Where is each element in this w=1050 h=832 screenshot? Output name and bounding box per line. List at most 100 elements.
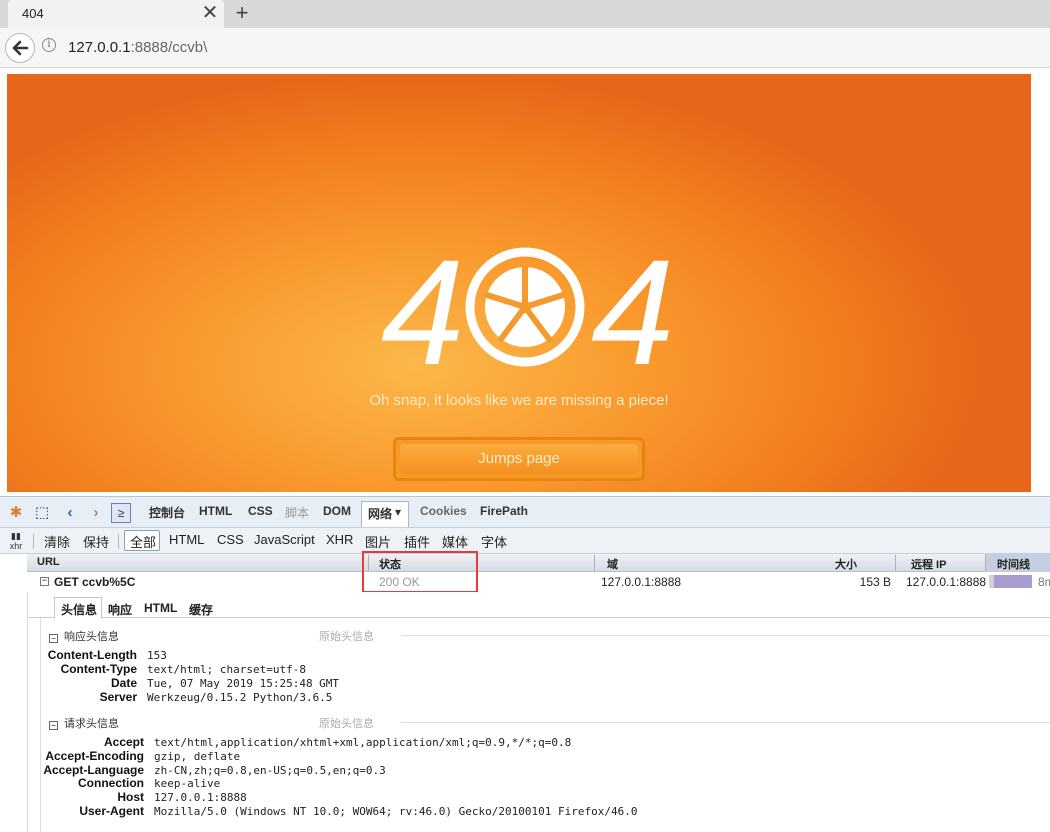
orange-slice-icon xyxy=(465,247,585,367)
table-row[interactable]: − GET ccvb%5C 200 OK 127.0.0.1:8888 153 … xyxy=(27,572,1050,592)
filter-media[interactable]: 媒体 xyxy=(442,532,468,551)
inspect-icon[interactable]: ⬚ xyxy=(32,503,52,523)
header-value: Tue, 07 May 2019 15:25:48 GMT xyxy=(147,677,340,690)
tab-title: 404 xyxy=(22,6,44,21)
header-name: Accept-Encoding xyxy=(45,749,144,763)
tab-script[interactable]: 脚本 xyxy=(285,504,309,521)
filter-xhr[interactable]: XHR xyxy=(326,532,353,547)
url-text: 127.0.0.1:8888/ccvb\ xyxy=(68,39,207,56)
column-divider xyxy=(895,555,896,571)
header-name: Content-Length xyxy=(47,648,137,662)
filter-images[interactable]: 图片 xyxy=(365,532,391,551)
request-size: 153 B xyxy=(859,575,891,589)
page-404: 4 4 Oh snap, it looks like we are missin… xyxy=(7,74,1031,492)
firebug-bug-icon[interactable]: ✱ xyxy=(6,503,26,523)
filter-all[interactable]: 全部 xyxy=(130,532,156,551)
column-size[interactable]: 大小 xyxy=(835,556,857,572)
column-divider xyxy=(985,555,986,571)
request-headers-title[interactable]: − 请求头信息 xyxy=(49,715,119,731)
command-line-icon[interactable]: ≥ xyxy=(111,503,131,523)
column-remote-ip[interactable]: 远程 IP xyxy=(911,556,946,572)
url-host: 127.0.0.1 xyxy=(68,39,131,56)
filter-fonts[interactable]: 字体 xyxy=(481,532,507,551)
tab-headers[interactable]: 头信息 xyxy=(61,601,97,618)
header-value: keep-alive xyxy=(154,777,221,790)
arrow-left-icon xyxy=(12,40,29,56)
toolbar-separator xyxy=(33,534,34,549)
filter-css[interactable]: CSS xyxy=(217,532,244,547)
tab-css[interactable]: CSS xyxy=(248,504,273,518)
tab-response[interactable]: 响应 xyxy=(108,601,132,618)
tab-console[interactable]: 控制台 xyxy=(149,504,185,521)
column-timeline[interactable]: 时间线 xyxy=(997,556,1030,572)
net-filter-toolbar: ▮▮ xhr 清除 保持 全部 HTML CSS JavaScript XHR 图… xyxy=(0,528,1050,554)
section-title-text: 请求头信息 xyxy=(64,718,119,730)
logo-digit-left: 4 xyxy=(381,240,464,370)
header-name: Server xyxy=(99,690,137,704)
header-name: Accept-Language xyxy=(43,763,144,777)
headers-panel: − 响应头信息 原始头信息 Content-Length 153 Content-… xyxy=(40,618,1050,832)
header-name: Content-Type xyxy=(60,662,137,676)
back-button[interactable] xyxy=(5,33,35,63)
header-name: Host xyxy=(117,790,144,804)
tab-strip: 404 ✕ + xyxy=(0,0,1050,28)
request-details: 头信息 响应 HTML 缓存 − 响应头信息 原始头信息 Content-Leng… xyxy=(27,592,1050,832)
collapse-icon: − xyxy=(49,721,58,730)
collapse-icon[interactable]: − xyxy=(40,577,49,586)
request-raw-headers-link[interactable]: 原始头信息 xyxy=(319,715,374,731)
tab-firepath[interactable]: FirePath xyxy=(480,504,528,518)
filter-plugins[interactable]: 插件 xyxy=(404,532,430,551)
chevron-right-icon[interactable]: › xyxy=(86,503,106,523)
clear-button[interactable]: 清除 xyxy=(44,532,70,551)
orange-404-logo: 4 4 xyxy=(381,240,671,370)
header-value: gzip, deflate xyxy=(154,750,241,763)
response-raw-headers-link[interactable]: 原始头信息 xyxy=(319,628,374,644)
timing-bar xyxy=(989,575,1032,588)
persist-button[interactable]: 保持 xyxy=(83,532,109,551)
detail-tabs: 头信息 响应 HTML 缓存 xyxy=(28,594,1050,619)
header-value: Mozilla/5.0 (Windows NT 10.0; WOW64; rv:… xyxy=(154,805,638,818)
section-divider xyxy=(401,635,1050,636)
tab-html[interactable]: HTML xyxy=(199,504,232,518)
tab-cache[interactable]: 缓存 xyxy=(189,601,213,618)
column-divider xyxy=(594,555,595,571)
tab-net: 网络 xyxy=(368,507,393,521)
filter-javascript[interactable]: JavaScript xyxy=(254,532,315,547)
tab-cookies[interactable]: Cookies xyxy=(420,504,467,518)
tab-response-html[interactable]: HTML xyxy=(144,601,177,615)
collapse-icon: − xyxy=(49,634,58,643)
header-value: zh-CN,zh;q=0.8,en-US;q=0.5,en;q=0.3 xyxy=(154,764,386,777)
column-domain[interactable]: 域 xyxy=(607,556,618,572)
logo-digit-right: 4 xyxy=(591,240,671,370)
header-name: User-Agent xyxy=(79,804,144,818)
request-domain: 127.0.0.1:8888 xyxy=(601,575,682,589)
response-headers-title[interactable]: − 响应头信息 xyxy=(49,628,119,644)
browser-toolbar: i 127.0.0.1:8888/ccvb\ xyxy=(0,28,1050,68)
new-tab-button[interactable]: + xyxy=(232,1,252,25)
request-url: GET ccvb%5C xyxy=(54,575,136,589)
header-value: Werkzeug/0.15.2 Python/3.6.5 xyxy=(147,691,333,704)
status-highlight-box xyxy=(362,551,478,593)
section-title-text: 响应头信息 xyxy=(64,631,119,643)
header-name: Date xyxy=(110,676,137,690)
header-value: 127.0.0.1:8888 xyxy=(154,791,247,804)
tab-dom[interactable]: DOM xyxy=(323,504,351,518)
net-column-header: URL 状态 域 大小 远程 IP 时间线 xyxy=(27,554,1050,572)
request-remote-ip: 127.0.0.1:8888 xyxy=(906,575,987,589)
header-name: Accept xyxy=(103,735,144,749)
info-icon[interactable]: i xyxy=(42,38,56,52)
header-value: text/html,application/xhtml+xml,applicat… xyxy=(154,736,572,749)
tab-net-active[interactable]: 网络 ▾ xyxy=(361,501,409,527)
chevron-down-icon: ▾ xyxy=(395,505,402,519)
jumps-page-button[interactable]: Jumps page xyxy=(400,444,638,474)
xhr-icon[interactable]: ▮▮ xhr xyxy=(6,531,26,551)
column-url[interactable]: URL xyxy=(37,556,60,568)
header-name: Connection xyxy=(78,776,144,790)
close-icon[interactable]: ✕ xyxy=(200,3,220,23)
url-bar[interactable]: 127.0.0.1:8888/ccvb\ xyxy=(62,34,1048,62)
browser-tab[interactable]: 404 ✕ xyxy=(8,0,224,28)
toolbar-separator xyxy=(118,534,119,549)
chevron-left-icon[interactable]: ‹ xyxy=(60,503,80,523)
filter-html[interactable]: HTML xyxy=(169,532,204,547)
error-message: Oh snap, it looks like we are missing a … xyxy=(369,392,669,409)
